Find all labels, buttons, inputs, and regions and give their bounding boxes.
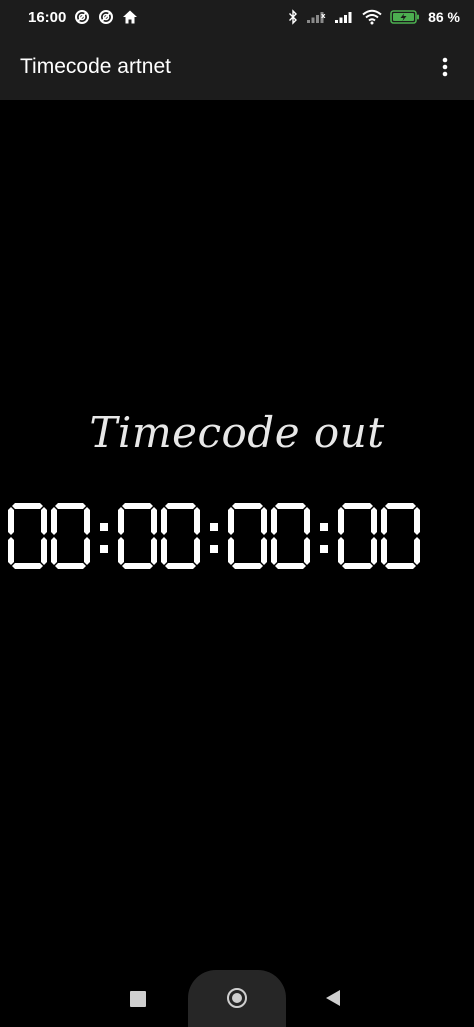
timecode-digits bbox=[8, 503, 420, 569]
timecode-digit bbox=[381, 503, 420, 569]
digit-segment bbox=[12, 563, 43, 569]
timecode-digit bbox=[338, 503, 377, 569]
digit-segment bbox=[118, 537, 124, 565]
digit-segment bbox=[232, 503, 263, 509]
digit-segment bbox=[228, 537, 234, 565]
sync-icon bbox=[98, 9, 114, 25]
colon-dot bbox=[100, 523, 108, 531]
digit-segment bbox=[261, 537, 267, 565]
status-right: x 86 % bbox=[288, 9, 460, 25]
timecode-display bbox=[6, 500, 468, 572]
digit-segment bbox=[122, 503, 153, 509]
digit-segment bbox=[304, 537, 310, 565]
digit-segment bbox=[161, 507, 167, 535]
overflow-menu-button[interactable] bbox=[430, 47, 460, 87]
signal-icon: x bbox=[306, 10, 326, 24]
home-icon bbox=[122, 9, 138, 25]
timecode-digit bbox=[271, 503, 310, 569]
digit-segment bbox=[194, 507, 200, 535]
digit-segment bbox=[8, 537, 14, 565]
home-icon bbox=[232, 993, 242, 1003]
back-button[interactable] bbox=[326, 990, 340, 1006]
digit-segment bbox=[51, 537, 57, 565]
app-bar: Timecode artnet bbox=[0, 34, 474, 100]
battery-charging-icon bbox=[390, 9, 420, 25]
main-content: Timecode out bbox=[0, 100, 474, 960]
digit-segment bbox=[55, 563, 86, 569]
bluetooth-icon bbox=[288, 9, 298, 25]
digit-segment bbox=[371, 507, 377, 535]
digit-segment bbox=[51, 507, 57, 535]
digit-segment bbox=[84, 507, 90, 535]
digit-segment bbox=[41, 537, 47, 565]
digit-segment bbox=[118, 507, 124, 535]
digit-segment bbox=[371, 537, 377, 565]
digit-segment bbox=[84, 537, 90, 565]
digit-segment bbox=[55, 503, 86, 509]
svg-text:x: x bbox=[321, 12, 326, 20]
colon-dot bbox=[100, 545, 108, 553]
home-button[interactable] bbox=[227, 988, 247, 1008]
digit-segment bbox=[165, 563, 196, 569]
digit-segment bbox=[304, 507, 310, 535]
more-vert-icon bbox=[442, 57, 448, 77]
digit-segment bbox=[271, 537, 277, 565]
digit-segment bbox=[8, 507, 14, 535]
digit-segment bbox=[232, 563, 263, 569]
digit-segment bbox=[271, 507, 277, 535]
battery-percent: 86 % bbox=[428, 9, 460, 25]
navigation-bar bbox=[0, 960, 474, 1027]
colon-dot bbox=[210, 523, 218, 531]
timecode-label: Timecode out bbox=[89, 408, 385, 457]
timecode-digit bbox=[51, 503, 90, 569]
signal-icon bbox=[334, 10, 354, 24]
timecode-digit bbox=[228, 503, 267, 569]
digit-segment bbox=[338, 507, 344, 535]
colon-dot bbox=[320, 523, 328, 531]
status-bar: 16:00 x 86 % bbox=[0, 0, 474, 34]
digit-segment bbox=[275, 503, 306, 509]
digit-segment bbox=[385, 503, 416, 509]
digit-segment bbox=[151, 537, 157, 565]
status-left: 16:00 bbox=[28, 9, 138, 26]
digit-segment bbox=[342, 563, 373, 569]
sync-icon bbox=[74, 9, 90, 25]
digit-segment bbox=[161, 537, 167, 565]
digit-segment bbox=[165, 503, 196, 509]
app-title: Timecode artnet bbox=[20, 55, 171, 78]
digit-segment bbox=[261, 507, 267, 535]
timecode-digit bbox=[8, 503, 47, 569]
digit-segment bbox=[414, 537, 420, 565]
recents-button[interactable] bbox=[130, 991, 146, 1007]
wifi-icon bbox=[362, 9, 382, 25]
digit-segment bbox=[338, 537, 344, 565]
digit-segment bbox=[381, 537, 387, 565]
digit-segment bbox=[228, 507, 234, 535]
status-time: 16:00 bbox=[28, 8, 67, 26]
screen: 16:00 x 86 % Timecode artnet Timecode ou… bbox=[0, 0, 474, 1027]
timecode-digit bbox=[161, 503, 200, 569]
digit-segment bbox=[385, 563, 416, 569]
digit-segment bbox=[381, 507, 387, 535]
digit-segment bbox=[275, 563, 306, 569]
digit-segment bbox=[41, 507, 47, 535]
timecode-digit bbox=[118, 503, 157, 569]
digit-segment bbox=[414, 507, 420, 535]
digit-segment bbox=[122, 563, 153, 569]
digit-segment bbox=[342, 503, 373, 509]
digit-segment bbox=[12, 503, 43, 509]
colon-dot bbox=[320, 545, 328, 553]
colon-dot bbox=[210, 545, 218, 553]
digit-segment bbox=[151, 507, 157, 535]
digit-segment bbox=[194, 537, 200, 565]
